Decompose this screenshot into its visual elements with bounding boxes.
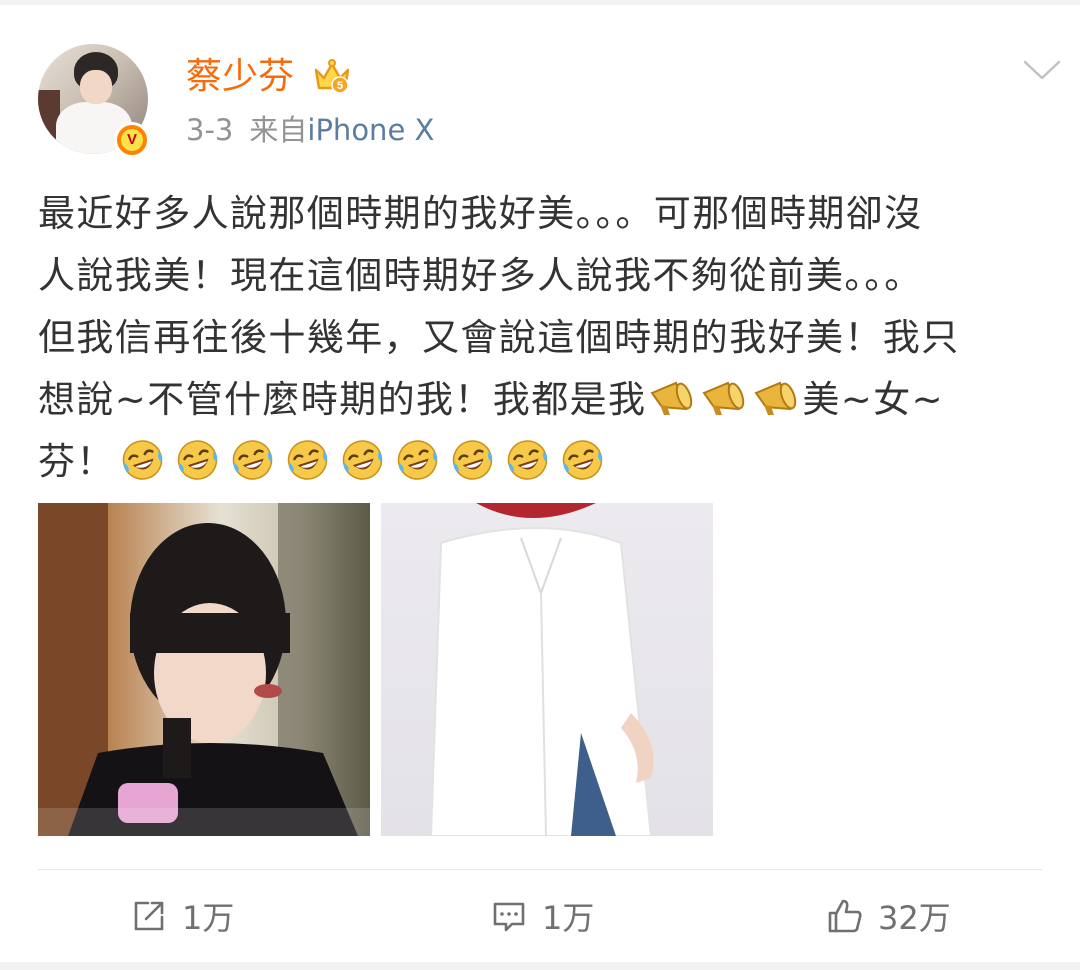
laughing-crying-emoji-icon — [555, 437, 610, 483]
bottom-divider — [0, 962, 1080, 970]
post-text-line: 但我信再往後十幾年，又會說這個時期的我好美！我只 — [38, 316, 960, 359]
repost-button[interactable]: 1万 — [130, 892, 234, 940]
laughing-crying-emoji-icon — [500, 437, 555, 483]
post-text-segment: 芬！ — [38, 440, 115, 483]
laughing-crying-emoji-icon — [225, 437, 280, 483]
laughing-emoji-row — [115, 437, 610, 483]
comment-button[interactable]: 1万 — [490, 892, 594, 940]
top-divider — [0, 0, 1080, 5]
laughing-crying-emoji-icon — [170, 437, 225, 483]
post-text-segment: 想說~不管什麼時期的我！我都是我 — [38, 378, 647, 421]
crown-5-icon[interactable]: 5 — [312, 56, 352, 96]
thumbs-up-icon — [828, 899, 862, 933]
repost-count: 1万 — [182, 899, 235, 937]
post-text-line: 想說~不管什麼時期的我！我都是我 美~女~ — [38, 369, 1058, 431]
like-button[interactable]: 32万 — [826, 892, 951, 940]
megaphone-emoji-icon — [750, 375, 802, 421]
source-prefix: 来自 — [249, 113, 308, 147]
chevron-down-icon[interactable] — [1022, 58, 1062, 82]
svg-text:5: 5 — [337, 80, 343, 92]
post-text: 最近好多人說那個時期的我好美。。。可那個時期卻沒 人說我美！現在這個時期好多人說… — [38, 183, 1058, 493]
comment-count: 1万 — [542, 899, 595, 937]
post-meta: 3-3 来自iPhone X — [186, 110, 434, 150]
laughing-crying-emoji-icon — [115, 437, 170, 483]
weibo-post-card: V 蔡少芬 5 3-3 来自iPhone X 最近好多人說那個時期的我好美。。。可… — [0, 0, 1080, 970]
megaphone-emoji-icon — [698, 375, 750, 421]
post-text-line: 芬！ — [38, 431, 1058, 493]
laughing-crying-emoji-icon — [445, 437, 500, 483]
repost-icon — [134, 901, 164, 931]
laughing-crying-emoji-icon — [280, 437, 335, 483]
verified-badge-icon: V — [114, 122, 150, 158]
post-date: 3-3 — [186, 113, 234, 147]
laughing-crying-emoji-icon — [335, 437, 390, 483]
source-device-link[interactable]: iPhone X — [307, 113, 434, 147]
megaphone-emoji-icon — [646, 375, 698, 421]
photo-retro-portrait[interactable] — [38, 503, 370, 836]
like-count: 32万 — [878, 899, 951, 937]
photo-white-shirt[interactable] — [381, 503, 713, 836]
laughing-crying-emoji-icon — [390, 437, 445, 483]
verified-mark: V — [121, 129, 143, 151]
post-text-line: 人說我美！現在這個時期好多人說我不夠從前美。。。 — [38, 254, 923, 297]
username[interactable]: 蔡少芬 — [186, 52, 294, 102]
post-text-segment: 美~女~ — [802, 378, 945, 421]
comment-icon — [493, 902, 525, 932]
post-text-line: 最近好多人說那個時期的我好美。。。可那個時期卻沒 — [38, 192, 923, 235]
actions-divider — [38, 869, 1042, 870]
